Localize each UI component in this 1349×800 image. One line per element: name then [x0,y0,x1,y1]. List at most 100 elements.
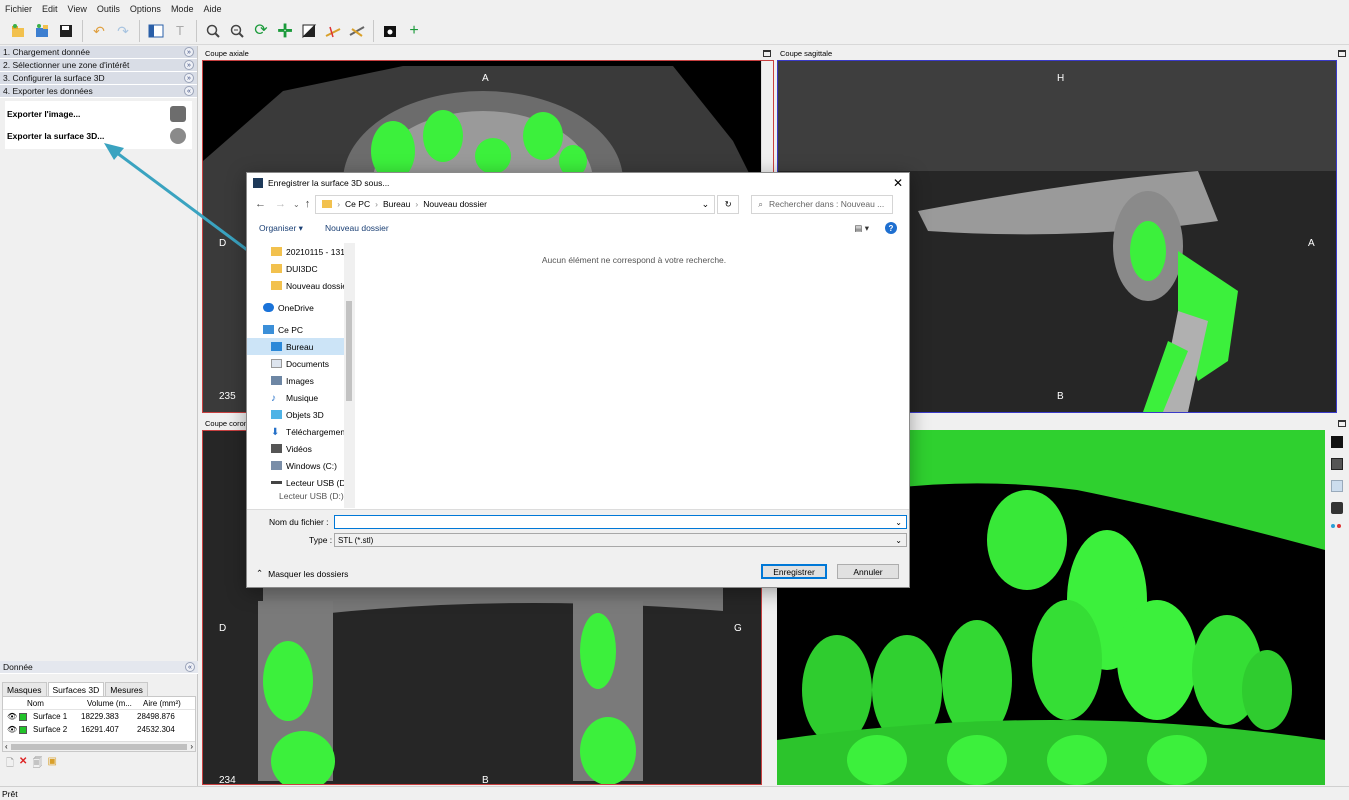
breadcrumb-item[interactable]: Bureau [383,199,410,209]
back-icon[interactable]: ← [255,198,266,210]
eye-icon[interactable]: 👁 [7,725,17,734]
color-swatch[interactable] [19,725,27,734]
recent-dropdown-icon[interactable]: ⌄ [293,200,300,209]
nav-item[interactable]: Lecteur USB (D:) [247,491,354,501]
tab-mesures[interactable]: Mesures [105,682,148,696]
column-header-nom[interactable]: Nom [27,699,87,708]
chevron-down-icon[interactable]: » [184,60,194,70]
rotate-icon[interactable]: ⟳ [251,21,271,41]
nav-item[interactable]: Nouveau dossier [247,277,354,294]
render-mode-icon[interactable] [1331,458,1343,470]
menu-aide[interactable]: Aide [198,4,226,14]
chevron-up-icon[interactable]: « [184,86,194,96]
nav-item[interactable]: 20210115 - 13160 [247,243,354,260]
background-color-icon[interactable] [1331,436,1343,448]
step-exporter[interactable]: 4. Exporter les données « [0,85,197,98]
menu-mode[interactable]: Mode [166,4,199,14]
nav-item[interactable]: Documents [247,355,354,372]
pan-icon[interactable]: ✛ [275,21,295,41]
eye-icon[interactable]: 👁 [7,712,17,721]
redo-icon[interactable]: ↷ [113,21,133,41]
horizontal-scrollbar[interactable]: ‹ › [3,741,195,751]
layout-icon[interactable] [146,21,166,41]
nav-item[interactable]: ♪ Musique [247,389,354,406]
cube-icon[interactable] [1331,480,1343,492]
scroll-thumb[interactable] [10,743,188,750]
angle-icon[interactable] [347,21,367,41]
chevron-down-icon[interactable]: ⌄ [702,199,710,210]
folder-add-icon[interactable] [32,21,52,41]
scroll-right-icon[interactable]: › [190,742,193,751]
column-header-volume[interactable]: Volume (m... [87,699,143,708]
nav-item[interactable]: Lecteur USB (D:) [247,474,354,491]
tab-surfaces-3d[interactable]: Surfaces 3D [47,682,105,696]
breadcrumb-item[interactable]: Nouveau dossier [423,199,487,209]
breadcrumb-item[interactable]: Ce PC [345,199,370,209]
step-chargement[interactable]: 1. Chargement donnée » [0,46,197,59]
type-select[interactable]: STL (*.stl) ⌄ [334,533,907,547]
export-image-button[interactable]: Exporter l'image... [5,103,192,125]
new-folder-button[interactable]: Nouveau dossier [325,223,389,233]
refresh-button[interactable]: ↻ [717,194,740,214]
nav-item[interactable]: Windows (C:) [247,457,354,474]
help-icon[interactable]: ? [885,222,897,234]
nav-item-bureau[interactable]: Bureau [247,338,354,355]
menu-edit[interactable]: Edit [37,4,63,14]
measure-icon[interactable] [323,21,343,41]
scroll-left-icon[interactable]: ‹ [5,742,8,751]
organize-button[interactable]: Organiser ▾ [259,223,303,234]
nav-item-ce-pc[interactable]: Ce PC [247,321,354,338]
camera-icon[interactable] [1331,502,1343,514]
screenshot-icon[interactable] [380,21,400,41]
contrast-icon[interactable] [299,21,319,41]
hide-folders-toggle[interactable]: ⌃ Masquer les dossiers [256,568,348,579]
scroll-thumb[interactable] [346,301,352,401]
table-row[interactable]: 👁 Surface 1 18229.383 28498.876 [3,710,195,723]
filename-input[interactable]: ⌄ [334,515,907,529]
import-icon[interactable]: ▣ [47,756,56,773]
zoom-in-icon[interactable] [203,21,223,41]
chevron-up-icon[interactable]: « [185,662,195,672]
maximize-icon[interactable] [1338,49,1346,57]
maximize-icon[interactable] [1338,419,1346,427]
menu-fichier[interactable]: Fichier [0,4,37,14]
nav-item-onedrive[interactable]: OneDrive [247,299,354,316]
nav-item[interactable]: Images [247,372,354,389]
forward-icon[interactable]: → [275,198,286,210]
cancel-button[interactable]: Annuler [837,564,899,579]
save-icon[interactable] [56,21,76,41]
save-button[interactable]: Enregistrer [761,564,827,579]
breadcrumb[interactable]: › Ce PC › Bureau › Nouveau dossier ⌄ [315,194,716,214]
view-options-icon[interactable]: ▤ ▾ [854,223,869,234]
menu-options[interactable]: Options [125,4,166,14]
tab-masques[interactable]: Masques [2,682,47,696]
color-swatch[interactable] [19,712,27,721]
column-header-aire[interactable]: Aire (mm²) [143,699,193,708]
duplicate-icon[interactable]: 🗐 [32,756,42,773]
search-input[interactable]: ⌕ Rechercher dans : Nouveau ... [751,194,894,214]
vertical-scrollbar[interactable] [1337,60,1349,413]
up-icon[interactable]: ↑ [305,198,311,210]
delete-icon[interactable]: ✕ [19,756,27,773]
step-zone-interet[interactable]: 2. Sélectionner une zone d'intérêt » [0,59,197,72]
chevron-down-icon[interactable]: » [184,47,194,57]
close-icon[interactable]: ✕ [893,176,903,190]
nav-item[interactable]: Vidéos [247,440,354,457]
menu-view[interactable]: View [63,4,92,14]
menu-outils[interactable]: Outils [92,4,125,14]
export-surface-button[interactable]: Exporter la surface 3D... [5,125,192,147]
table-row[interactable]: 👁 Surface 2 16291.407 24532.304 [3,723,195,736]
folder-open-icon[interactable] [8,21,28,41]
nav-item[interactable]: Objets 3D [247,406,354,423]
step-surface-3d[interactable]: 3. Configurer la surface 3D » [0,72,197,85]
chevron-down-icon[interactable]: ⌄ [895,536,902,545]
maximize-icon[interactable] [763,49,771,57]
chevron-down-icon[interactable]: » [184,73,194,83]
nav-scrollbar[interactable] [344,243,354,508]
nav-item[interactable]: ⬇ Téléchargements [247,423,354,440]
add-icon[interactable]: + [404,21,424,41]
new-file-icon[interactable]: 🗋 [6,756,14,773]
text-icon[interactable]: T [170,21,190,41]
zoom-out-icon[interactable] [227,21,247,41]
nav-item[interactable]: DUI3DC [247,260,354,277]
